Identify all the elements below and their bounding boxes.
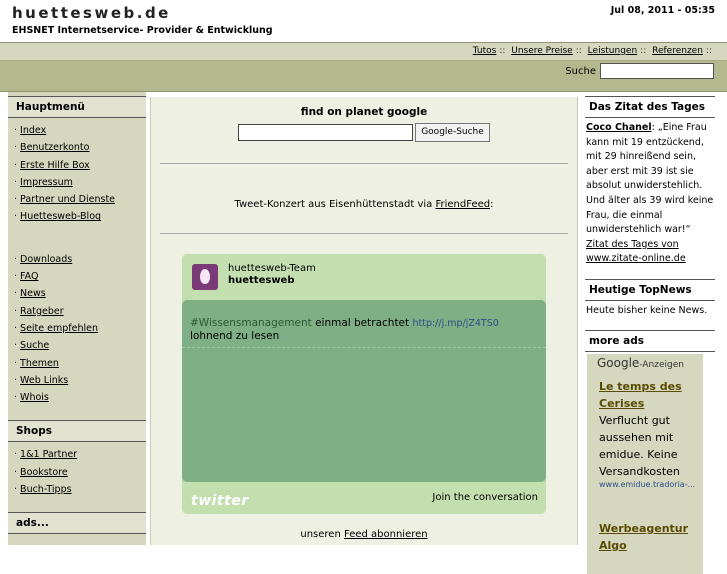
menu-item-web-links[interactable]: Web Links <box>20 375 68 386</box>
ad-title-2[interactable]: Algo <box>599 537 688 554</box>
menu-item-faq[interactable]: FAQ <box>20 271 38 282</box>
ad-title[interactable]: Werbeagentur <box>599 520 688 537</box>
google-search-title: find on planet google <box>300 106 428 118</box>
datetime: Jul 08, 2011 - 05:35 <box>610 5 715 16</box>
ad-item: Le temps des Cerises Verflucht gut ausse… <box>599 378 696 489</box>
ad-title[interactable]: Le temps des <box>599 378 695 395</box>
left-sidebar: Hauptmenü Index Benutzerkonto Erste Hilf… <box>8 92 146 545</box>
widget-user-name[interactable]: huettesweb-Team <box>228 263 316 274</box>
nav-link-preise[interactable]: Unsere Preise <box>511 46 572 56</box>
google-ads-box: Google-Anzeigen Le temps des Cerises Ver… <box>587 353 703 574</box>
site-title: huettesweb.de <box>12 4 171 22</box>
main-menu: Index Benutzerkonto Erste Hilfe Box Impr… <box>8 122 146 226</box>
avatar[interactable] <box>192 264 218 290</box>
ad-title-2[interactable]: Cerises <box>599 395 695 412</box>
nav-link-leistungen[interactable]: Leistungen <box>588 46 637 56</box>
search-input[interactable] <box>600 63 714 79</box>
main-menu-title: Hauptmenü <box>8 96 146 118</box>
menu-item-index[interactable]: Index <box>20 125 46 136</box>
menu-item-downloads[interactable]: Downloads <box>20 254 72 265</box>
nav-link-referenzen[interactable]: Referenzen <box>652 46 703 56</box>
divider <box>160 233 568 234</box>
shop-item-bookstore[interactable]: Bookstore <box>20 467 68 478</box>
quote-title: Das Zitat des Tages <box>585 96 715 118</box>
join-conversation-link[interactable]: Join the conversation <box>432 492 538 503</box>
tweet-url[interactable]: http://j.mp/jZ4TS0 <box>412 318 498 329</box>
tweet-hashtag[interactable]: #Wissensmanagement <box>190 317 312 329</box>
tweet-separator <box>182 347 546 348</box>
ad-item: Werbeagentur Algo <box>599 520 688 554</box>
menu-item-benutzerkonto[interactable]: Benutzerkonto <box>20 142 89 153</box>
tweet-item: #Wissensmanagement einmal betrachtet htt… <box>190 317 499 342</box>
topnews-title: Heutige TopNews <box>585 278 715 301</box>
feed-subscribe-link[interactable]: Feed abonnieren <box>344 529 428 540</box>
google-search-button[interactable]: Google-Suche <box>415 123 490 142</box>
menu-item-impressum[interactable]: Impressum <box>20 177 73 188</box>
tweet-intro: Tweet-Konzert aus Eisenhüttenstadt via F… <box>234 199 494 210</box>
navbar: Tutos:: Unsere Preise:: Leistungen:: Ref… <box>0 42 727 92</box>
ads-title: ads... <box>8 512 146 535</box>
shops-menu: 1&1 Partner Bookstore Buch-Tipps <box>8 446 146 498</box>
quote-author[interactable]: Coco Chanel <box>586 122 652 133</box>
google-search-input[interactable] <box>238 124 413 141</box>
shop-item-1und1[interactable]: 1&1 Partner <box>20 449 77 460</box>
feed-subscribe: unseren Feed abonnieren <box>300 529 428 540</box>
twitter-logo-icon[interactable]: twitter <box>191 493 249 509</box>
search-label: Suche <box>565 66 596 77</box>
quote-block: Coco Chanel: „Eine Frau kann mit 19 entz… <box>586 122 714 265</box>
google-ads-logo: Google-Anzeigen <box>597 355 684 370</box>
menu-item-themen[interactable]: Themen <box>20 358 59 369</box>
ad-url[interactable]: www.emidue.tradoria-... <box>599 480 695 489</box>
menu-item-blog[interactable]: Huettesweb-Blog <box>20 211 101 222</box>
tweet-list: #Wissensmanagement einmal betrachtet htt… <box>182 300 546 482</box>
main-content: find on planet google Google-Suche Tweet… <box>150 97 578 545</box>
topnews-text: Heute bisher keine News. <box>586 304 708 316</box>
divider <box>160 163 568 164</box>
right-sidebar: Das Zitat des Tages Coco Chanel: „Eine F… <box>585 92 715 574</box>
nav-links: Tutos:: Unsere Preise:: Leistungen:: Ref… <box>472 46 712 56</box>
nav-link-tutos[interactable]: Tutos <box>473 46 497 56</box>
widget-user-handle[interactable]: huettesweb <box>228 275 295 286</box>
menu-item-erste-hilfe[interactable]: Erste Hilfe Box <box>20 160 90 171</box>
shop-item-buch-tipps[interactable]: Buch-Tipps <box>20 484 72 495</box>
twitter-widget: huettesweb-Team huettesweb #Wissensmanag… <box>182 254 546 514</box>
more-menu: Downloads FAQ News Ratgeber Seite empfeh… <box>8 251 146 407</box>
menu-item-partner[interactable]: Partner und Dienste <box>20 194 115 205</box>
friendfeed-link[interactable]: FriendFeed <box>435 199 490 210</box>
menu-item-whois[interactable]: Whois <box>20 392 49 403</box>
more-ads-title: more ads <box>585 329 715 352</box>
site-subtitle: EHSNET Internetservice- Provider & Entwi… <box>12 25 273 36</box>
menu-item-seite-empfehlen[interactable]: Seite empfehlen <box>20 323 98 334</box>
menu-item-suche[interactable]: Suche <box>20 340 49 351</box>
menu-item-news[interactable]: News <box>20 288 46 299</box>
quote-source-link[interactable]: Zitat des Tages von www.zitate-online.de <box>586 239 686 265</box>
shops-title: Shops <box>8 420 146 443</box>
menu-item-ratgeber[interactable]: Ratgeber <box>20 306 64 317</box>
